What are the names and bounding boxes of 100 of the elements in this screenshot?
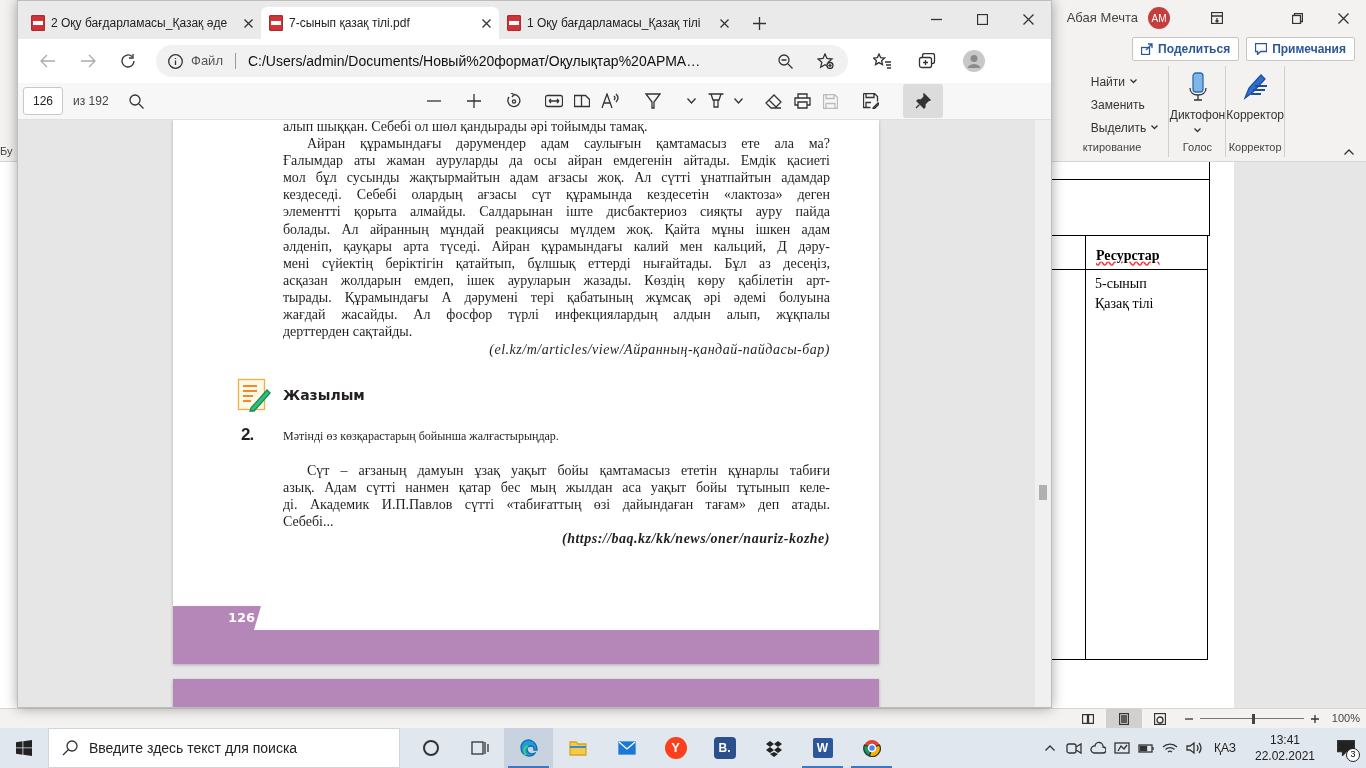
editing-menu-item[interactable]: Заменить bbox=[1080, 95, 1168, 114]
table-header-cell: Ресурстар bbox=[1096, 248, 1160, 263]
browser-icon bbox=[519, 739, 538, 757]
group-label: Бу bbox=[0, 143, 13, 159]
highlighter-icon bbox=[707, 93, 724, 109]
close-icon[interactable] bbox=[244, 18, 253, 28]
view-button[interactable] bbox=[1105, 708, 1142, 729]
back-arrow-icon bbox=[40, 54, 56, 68]
pin-icon bbox=[914, 93, 931, 109]
user-avatar[interactable]: AM bbox=[1148, 7, 1170, 29]
info-icon bbox=[168, 53, 183, 69]
boxes-icon bbox=[764, 739, 783, 757]
comments-button[interactable]: Примечания bbox=[1246, 37, 1355, 61]
star-plus-icon bbox=[816, 53, 834, 69]
globe-page-icon bbox=[1153, 712, 1166, 725]
paragraph-text: Айран құрамындағы дәрумендер адам саулығын қамтамасыз ете ала ма? Ғалымдар аты жаман ауруларды да осы айран емдегенін айтады. Емдік қасиеті мол бұл сусынды жақтырмайтын адам ағзасы жоқ. Ал сүтті ұнатпайтын адамдар кездеседі. Себебі олардың ағзасы сүт құрамында кездесетін «лактоза» деген элементті қорыта алмайды. Салдарынан іште дисбактериоз сияқты ауру пайда болады. Ал айранның мұндай реакциясы мүлдем жоқ. Қайта мұны ішкен адам әлденіп, қауқары арта түседі. Айран құрамындағы калий мен кальций, Д дәру- мені сүйектің беріктігін қатайтып, бұлшық еттерді нығайтады. Бұл аз десеңіз, асқазан жолдарын емдеп, ішек ауруларын жазады. Көздің көру қабілетін арт- тырады. Құрамындағы А дәрумені тері қабатының жұмсақ әрі әдемі болуына жағдай жасайды. Ал фосфор түрлі инфекциялардың алдын алып, жұқпалы дерттерден сақтайды. bbox=[283, 135, 830, 341]
cloud-icon bbox=[1089, 740, 1106, 756]
close-icon[interactable] bbox=[720, 18, 729, 28]
table-cell-text: 5-сынып Қазақ тілі bbox=[1095, 275, 1155, 313]
zoom-level: 100% bbox=[1331, 711, 1360, 727]
avatar-silhouette-icon bbox=[963, 50, 985, 72]
page-count: из 192 bbox=[73, 93, 109, 110]
zoom-slider[interactable] bbox=[1199, 713, 1304, 724]
envelope-icon bbox=[617, 739, 636, 757]
url-text: C:/Users/admin/Documents/Новый%20формат/Оқулықтар%20АРМА… bbox=[247, 51, 702, 71]
group-label: Голос bbox=[1181, 140, 1214, 155]
paragraph-text: Сүт – ағзаның дамуын ұзақ уақыт бойы қамтамасыз ететін құнарлы табиғи азық. Адам сүтті нанмен қатар бес мың жылдан аса уақыт бойы тұтынып келе- ді. Академик И.П.Павлов сүтті «табиғаттың өзі дайындаған тағам» деп атады. Себебі... bbox=[283, 461, 830, 531]
scheme-label: Файл bbox=[191, 52, 223, 71]
pin-toolbar-button[interactable] bbox=[902, 84, 943, 118]
plus-icon bbox=[752, 16, 766, 30]
chevron-icon bbox=[1194, 128, 1201, 133]
pdf-file-icon bbox=[31, 15, 45, 31]
draw-icon bbox=[644, 93, 661, 109]
notification-count: 3 bbox=[1346, 748, 1360, 762]
dictate-button[interactable]: Диктофон bbox=[1169, 66, 1226, 139]
fit-width-icon bbox=[544, 94, 563, 108]
editor-button[interactable]: Корректор bbox=[1226, 66, 1284, 139]
taskbar-app[interactable]: W bbox=[798, 728, 847, 768]
task-view-icon bbox=[470, 739, 489, 757]
browser-tab[interactable]: 7-сынып қазақ тілі.pdf bbox=[261, 7, 499, 39]
zoom-out-icon bbox=[777, 53, 793, 69]
plus-icon bbox=[466, 94, 481, 108]
page-number: 126 bbox=[228, 609, 256, 628]
pdf-file-icon bbox=[507, 15, 521, 31]
eraser-icon bbox=[765, 93, 783, 109]
star-list-icon bbox=[873, 53, 891, 69]
scrollbar-thumb[interactable] bbox=[1039, 485, 1047, 500]
share-icon bbox=[1141, 43, 1154, 55]
plus-icon bbox=[1310, 714, 1319, 723]
address-bar[interactable]: Файл C:/Users/admin/Documents/Новый%20формат/Оқулықтар%20АРМА… bbox=[156, 45, 848, 77]
chevron-up-icon bbox=[1044, 745, 1055, 751]
save-icon bbox=[823, 93, 839, 109]
rotate-icon bbox=[505, 93, 522, 109]
folder-icon bbox=[568, 739, 587, 757]
close-icon[interactable] bbox=[482, 18, 491, 28]
book-icon bbox=[1081, 713, 1094, 724]
source-citation: (el.kz/m/articles/view/Айранның-қандай-пайдасы-бар) bbox=[488, 341, 830, 359]
close-icon bbox=[1022, 13, 1034, 25]
group-label: Корректор bbox=[1227, 140, 1283, 155]
editing-menu-item[interactable]: Выделить bbox=[1080, 118, 1168, 137]
maximize-icon bbox=[976, 13, 988, 25]
network-status-icon bbox=[1113, 740, 1130, 756]
taskbar-app[interactable]: B. bbox=[700, 728, 749, 768]
printer-icon bbox=[793, 93, 811, 109]
notepad-pen-icon bbox=[237, 378, 271, 413]
page-number-field[interactable]: 126 bbox=[23, 87, 63, 115]
page-icon bbox=[1118, 712, 1129, 725]
pdf-file-icon bbox=[269, 15, 283, 31]
source-citation: (https://baq.kz/kk/news/oner/nauriz-kozhe) bbox=[561, 530, 830, 548]
chevron-icon bbox=[1151, 125, 1159, 130]
section-heading: Жазылым bbox=[283, 385, 365, 405]
slider-thumb[interactable] bbox=[1251, 713, 1255, 724]
close-icon bbox=[1337, 12, 1349, 24]
forward-arrow-icon bbox=[80, 54, 96, 68]
task-number: 2. bbox=[241, 425, 254, 445]
task-instruction: Мәтінді өз көзқарастарың бойынша жалғастырыңдар. bbox=[283, 428, 559, 446]
paragraph-text: алып шыққан. Себебі ол шөл қандырады әрі тойымды тамақ. bbox=[283, 120, 649, 136]
speaker-icon bbox=[1185, 740, 1202, 756]
share-button[interactable]: Поделиться bbox=[1132, 37, 1240, 61]
clock[interactable]: 13:41 22.02.2021 bbox=[1250, 732, 1320, 764]
save-as-icon bbox=[862, 93, 879, 109]
chevron-icon bbox=[687, 98, 697, 104]
scrollbar[interactable] bbox=[1035, 120, 1051, 707]
search-icon bbox=[62, 740, 78, 756]
ribbon-display-icon bbox=[1211, 12, 1223, 24]
read-aloud-icon bbox=[600, 93, 619, 109]
two-pages-icon bbox=[573, 93, 590, 109]
collapse-icon[interactable] bbox=[1344, 149, 1354, 155]
notifications-button[interactable]: 3 bbox=[1326, 728, 1366, 768]
group-label: ктирование bbox=[1081, 140, 1143, 155]
taskbar-app[interactable]: Y bbox=[651, 728, 700, 768]
comment-icon bbox=[1255, 43, 1268, 55]
chevron-icon bbox=[734, 98, 744, 104]
editing-menu-item[interactable]: Найти bbox=[1080, 72, 1168, 91]
ball-icon bbox=[862, 739, 881, 757]
search-icon bbox=[129, 93, 145, 109]
zoom-in-button[interactable] bbox=[1309, 713, 1320, 724]
language-indicator[interactable]: ҚАЗ bbox=[1213, 739, 1236, 757]
taskbar-search-field[interactable]: Введите здесь текст для поиска bbox=[48, 728, 400, 768]
meet-icon bbox=[1065, 740, 1082, 756]
